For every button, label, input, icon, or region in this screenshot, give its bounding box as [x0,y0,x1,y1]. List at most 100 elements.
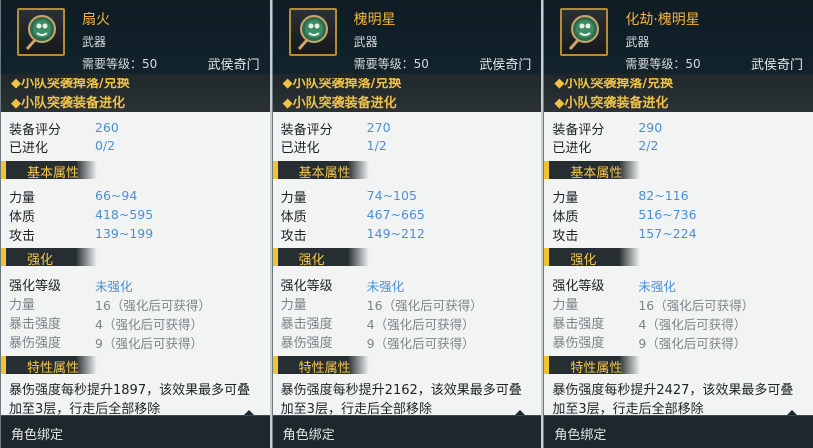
section-tag-icon [1,248,6,266]
special-desc-line1: 暴伤强度每秒提升1897，该效果最多可叠 [9,383,251,398]
section-tag-icon [544,248,550,266]
section-tag-icon [272,161,278,179]
tooltip-body: 装备评分 270 已进化 1/2 基本属性 力量 74~105 体质 467~6… [272,112,542,417]
item-icon-frame[interactable] [288,8,337,56]
section-special-title: 特性属性 [27,361,80,376]
enhance-attr-value: 9（强化后可获得） [638,336,747,351]
score-value: 260 [95,120,119,135]
item-icon-frame[interactable] [560,8,609,56]
tooltip-body: 装备评分 290 已进化 2/2 基本属性 力量 82~116 体质 516~7… [544,112,813,417]
attr-label: 力量 [552,191,579,206]
enhance-attr-label: 力量 [552,298,579,313]
attr-label: 攻击 [280,229,307,244]
required-level: 需要等级：50 [625,57,701,71]
section-enhance-title: 强化 [570,253,597,268]
attr-label: 攻击 [552,229,579,244]
link-evolve[interactable]: ◆小队突袭装备进化 [283,92,397,111]
section-enhance-title: 强化 [298,253,325,268]
section-tag-icon [272,248,278,266]
enhance-attr-value: 9（强化后可获得） [95,336,203,351]
item-type: 武器 [353,35,378,49]
score-label: 装备评分 [280,123,333,138]
item-name: 化劫·槐明星 [625,12,700,28]
enhance-level-label: 强化等级 [552,279,605,294]
link-evolve[interactable]: ◆小队突袭装备进化 [11,92,125,111]
attr-value: 139~199 [95,226,154,241]
fan-weapon-icon [25,15,56,50]
item-header: 扇火 武器 需要等级：50 武侯奇门 [1,0,270,75]
attr-value: 418~595 [95,207,154,222]
section-tag-icon [544,161,550,179]
enhance-level-value: 未强化 [366,279,405,294]
evolve-value: 2/2 [638,138,659,153]
section-enhance: 强化 [1,248,97,268]
enhance-attr-value: 4（强化后可获得） [366,317,475,332]
item-icon-frame[interactable] [17,8,65,56]
attr-label: 攻击 [9,229,36,244]
required-level: 需要等级：50 [353,57,429,71]
enhance-level-label: 强化等级 [9,279,62,294]
score-label: 装备评分 [9,123,62,138]
enhance-attr-value: 9（强化后可获得） [366,336,475,351]
enhance-level-label: 强化等级 [280,279,333,294]
link-evolve[interactable]: ◆小队突袭装备进化 [554,92,668,111]
attr-value: 82~116 [638,188,689,203]
item-tooltip-panel: 槐明星 武器 需要等级：50 武侯奇门 ◆小队突袭掉落/兑换 ◆小队突袭装备进化… [271,0,542,448]
enhance-attr-label: 暴伤强度 [552,336,605,351]
item-school: 武侯奇门 [207,58,260,73]
fan-weapon-icon [569,15,600,50]
section-special: 特性属性 [544,356,641,376]
item-tooltip-panel: 化劫·槐明星 武器 需要等级：50 武侯奇门 ◆小队突袭掉落/兑换 ◆小队突袭装… [543,0,813,448]
item-name: 扇火 [82,12,110,28]
item-type: 武器 [82,35,107,49]
attr-label: 体质 [9,210,36,225]
enhance-attr-label: 力量 [9,298,36,313]
attr-value: 467~665 [366,207,425,222]
section-basic: 基本属性 [1,161,97,181]
bind-status: 角色绑定 [282,428,335,443]
item-header: 化劫·槐明星 武器 需要等级：50 武侯奇门 [544,0,813,75]
item-name: 槐明星 [353,12,396,28]
evolve-value: 0/2 [95,138,116,153]
section-basic-title: 基本属性 [27,166,80,181]
attr-label: 体质 [280,210,307,225]
score-label: 装备评分 [552,123,605,138]
attr-label: 体质 [552,210,579,225]
section-special: 特性属性 [1,356,97,376]
attr-value: 149~212 [366,226,425,241]
section-special-title: 特性属性 [298,361,351,376]
section-basic: 基本属性 [272,161,369,181]
item-school: 武侯奇门 [479,58,532,73]
special-desc-line1: 暴伤强度每秒提升2427，该效果最多可叠 [552,383,794,398]
enhance-attr-value: 4（强化后可获得） [638,317,747,332]
section-basic-title: 基本属性 [570,166,623,181]
enhance-attr-value: 16（强化后可获得） [95,298,211,313]
section-enhance: 强化 [272,248,369,268]
fan-weapon-icon [297,15,328,50]
enhance-attr-label: 暴伤强度 [9,336,62,351]
evolve-label: 已进化 [9,141,49,156]
evolve-label: 已进化 [280,141,320,156]
section-tag-icon [1,161,6,179]
section-basic-title: 基本属性 [298,166,351,181]
attr-value: 66~94 [95,188,138,203]
evolve-value: 1/2 [366,138,387,153]
enhance-attr-label: 力量 [280,298,307,313]
attr-value: 157~224 [638,226,697,241]
enhance-attr-value: 16（强化后可获得） [366,298,483,313]
section-basic: 基本属性 [544,161,641,181]
enhance-attr-value: 16（强化后可获得） [638,298,755,313]
attr-label: 力量 [280,191,307,206]
section-enhance: 强化 [544,248,641,268]
enhance-attr-label: 暴击强度 [9,317,62,332]
footer-bar: 角色绑定 [272,415,542,448]
tooltip-body: 装备评分 260 已进化 0/2 基本属性 力量 66~94 体质 418~59… [1,112,270,417]
section-enhance-title: 强化 [27,253,54,268]
enhance-attr-value: 4（强化后可获得） [95,317,203,332]
tooltip-comparison: 扇火 武器 需要等级：50 武侯奇门 ◆小队突袭掉落/兑换 ◆小队突袭装备进化 … [0,0,813,448]
special-desc-line1: 暴伤强度每秒提升2162，该效果最多可叠 [280,383,522,398]
item-header: 槐明星 武器 需要等级：50 武侯奇门 [272,0,542,75]
enhance-attr-label: 暴击强度 [280,317,333,332]
section-tag-icon [1,356,6,374]
item-type: 武器 [625,35,650,49]
